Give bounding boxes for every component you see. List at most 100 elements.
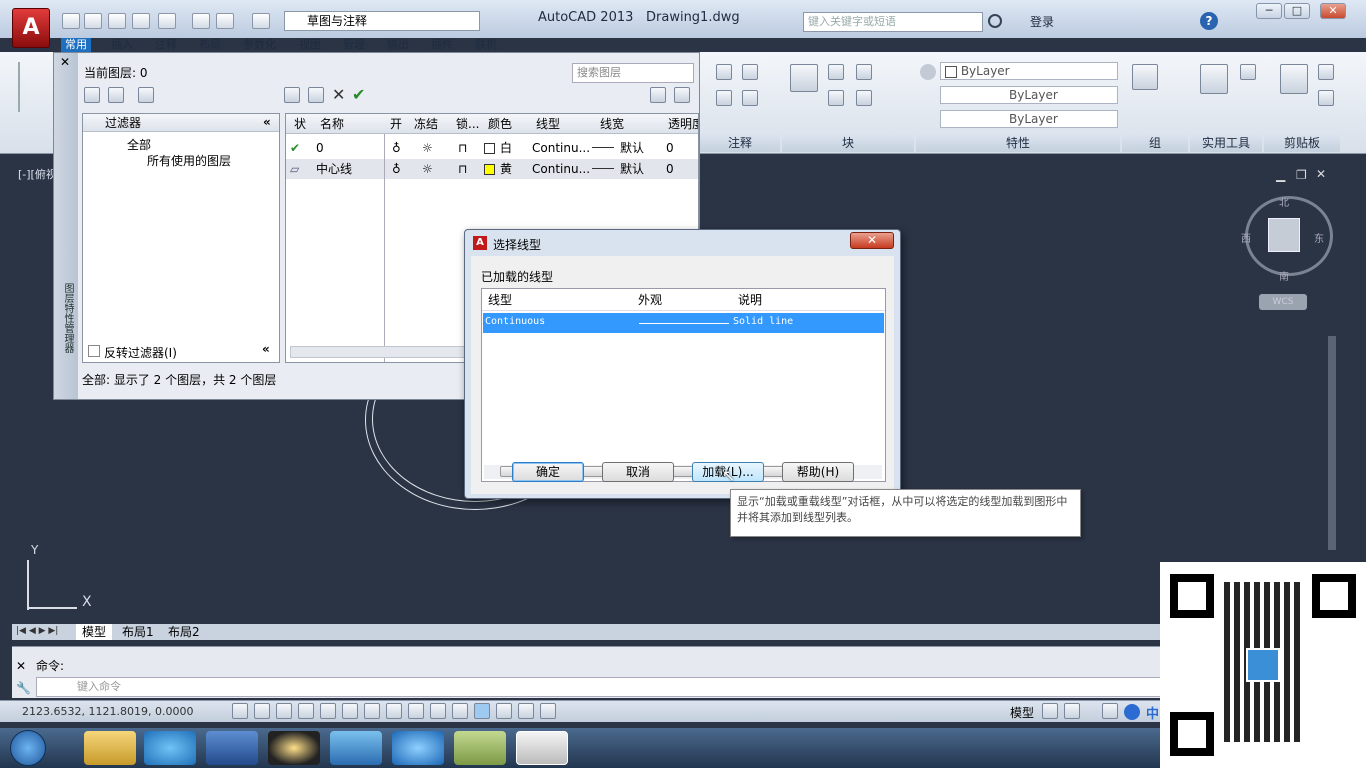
model-space-toggle[interactable]: 模型 — [1010, 704, 1034, 721]
layer-lineweight[interactable]: 默认 — [620, 138, 644, 158]
collapse-filter-icon[interactable]: « — [263, 115, 271, 129]
ortho-mode-icon[interactable] — [298, 703, 314, 719]
tab-model[interactable]: 模型 — [76, 624, 113, 640]
dynamic-ucs-icon[interactable] — [408, 703, 424, 719]
col-on[interactable]: 开 — [384, 114, 412, 134]
lineweight-icon[interactable] — [452, 703, 468, 719]
map-app-taskbar-icon[interactable] — [454, 731, 506, 765]
layer-transparency[interactable]: 0 — [666, 138, 674, 158]
viewport-minimize-icon[interactable]: ▁ — [1276, 168, 1285, 182]
tab-insert[interactable]: 插入 — [111, 38, 133, 52]
layer-states-manager-icon[interactable] — [138, 87, 154, 103]
ribbon-group-block[interactable]: 块 — [782, 134, 914, 152]
start-button[interactable] — [10, 730, 46, 766]
ribbon-group-properties[interactable]: 特性 — [916, 134, 1120, 152]
col-description[interactable]: 说明 — [732, 289, 885, 311]
create-block-icon[interactable] — [828, 64, 844, 80]
tab-manage[interactable]: 管理 — [343, 38, 365, 52]
layer-search-input[interactable]: 搜索图层 — [572, 63, 694, 83]
block-attribute-icon[interactable] — [828, 90, 844, 106]
layer-row[interactable]: ✔ 0 ♁ ☼ ⊓ 白 Continu... 默认 0 — [286, 138, 698, 158]
layer-transparency[interactable]: 0 — [666, 159, 674, 179]
refresh-icon[interactable] — [650, 87, 666, 103]
sign-in-link[interactable]: 登录 — [1030, 13, 1054, 30]
maximize-button[interactable]: □ — [1284, 3, 1310, 19]
copy-icon[interactable] — [1318, 90, 1334, 106]
tab-layout[interactable]: 布局 — [199, 38, 221, 52]
col-status[interactable]: 状 — [286, 114, 316, 134]
group-icon[interactable] — [1132, 64, 1158, 90]
ribbon-group-annotation[interactable]: 注释 — [700, 134, 780, 152]
ribbon-group-groups[interactable]: 组 — [1122, 134, 1188, 152]
new-layer-vp-frozen-icon[interactable] — [308, 87, 324, 103]
ribbon-group-clipboard[interactable]: 剪贴板 — [1264, 134, 1340, 152]
insert-block-icon[interactable] — [790, 64, 818, 92]
help-icon[interactable]: ? — [1200, 12, 1218, 30]
layer-linetype[interactable]: Continu... — [532, 138, 590, 158]
color-swatch[interactable] — [484, 143, 495, 154]
collapse-tree-icon[interactable]: « — [262, 342, 270, 356]
ribbon-group-utilities[interactable]: 实用工具 — [1190, 134, 1262, 152]
layer-linetype[interactable]: Continu... — [532, 159, 590, 179]
redo-icon[interactable] — [252, 13, 270, 29]
infer-constraints-icon[interactable] — [232, 703, 248, 719]
dimension-icon[interactable] — [742, 64, 758, 80]
tab-scroll-icon[interactable]: |◀ ◀ ▶ ▶| — [16, 626, 58, 636]
edit-block-icon[interactable] — [856, 64, 872, 80]
tab-plugins[interactable]: 插件 — [431, 38, 453, 52]
undo-icon[interactable] — [216, 13, 234, 29]
col-appearance[interactable]: 外观 — [632, 289, 732, 311]
color-dropdown[interactable]: ByLayer — [940, 62, 1118, 80]
tab-view[interactable]: 视图 — [299, 38, 321, 52]
help-button[interactable]: 帮助(H) — [782, 462, 854, 482]
print-icon[interactable] — [192, 13, 210, 29]
filter-all-used-layers[interactable]: 所有使用的图层 — [147, 152, 231, 169]
grid-display-icon[interactable] — [276, 703, 292, 719]
3d-object-snap-icon[interactable] — [364, 703, 380, 719]
cancel-button[interactable]: 取消 — [602, 462, 674, 482]
wcs-menu[interactable]: WCS — [1259, 294, 1307, 310]
navigation-bar[interactable] — [1328, 336, 1336, 550]
text-icon[interactable] — [716, 64, 732, 80]
tab-online[interactable]: 联机 — [475, 38, 497, 52]
table-icon[interactable] — [742, 90, 758, 106]
autocad-taskbar-icon[interactable] — [516, 731, 568, 765]
leader-icon[interactable] — [716, 90, 732, 106]
tab-layout1[interactable]: 布局1 — [116, 624, 160, 640]
qq-taskbar-icon[interactable] — [268, 731, 320, 765]
plot-preview-icon[interactable] — [158, 13, 176, 29]
command-close-icon[interactable]: ✕ — [16, 659, 26, 673]
quick-view-drawings-icon[interactable] — [1064, 703, 1080, 719]
col-transparency[interactable]: 透明度 — [666, 114, 698, 134]
palette-close-icon[interactable]: ✕ — [60, 55, 70, 69]
ok-button[interactable]: 确定 — [512, 462, 584, 482]
horizontal-scrollbar[interactable] — [290, 346, 470, 358]
lightbulb-on-icon[interactable]: ♁ — [392, 138, 401, 158]
selection-cycling-icon[interactable] — [518, 703, 534, 719]
col-lock[interactable]: 锁... — [454, 114, 486, 134]
viewport-restore-icon[interactable]: ❐ — [1296, 168, 1307, 182]
dynamic-input-icon[interactable] — [430, 703, 446, 719]
filter-all[interactable]: 全部 — [127, 136, 151, 153]
linetype-row[interactable]: Continuous Solid line — [483, 313, 884, 333]
dialog-close-button[interactable]: ✕ — [850, 232, 894, 249]
sun-thawed-icon[interactable]: ☼ — [422, 159, 433, 179]
unlocked-icon[interactable]: ⊓ — [458, 138, 467, 158]
coordinates-readout[interactable]: 2123.6532, 1121.8019, 0.0000 — [22, 705, 193, 718]
new-icon[interactable] — [62, 13, 80, 29]
quick-properties-icon[interactable] — [496, 703, 512, 719]
help-search-input[interactable]: 键入关键字或短语 — [803, 12, 983, 32]
open-icon[interactable] — [84, 13, 102, 29]
wrench-icon[interactable]: 🔧 — [16, 681, 31, 695]
linetype-dropdown[interactable]: ByLayer — [940, 86, 1118, 104]
quick-select-icon[interactable] — [1240, 64, 1256, 80]
tab-layout2[interactable]: 布局2 — [162, 624, 206, 640]
col-color[interactable]: 颜色 — [486, 114, 534, 134]
tab-home[interactable]: 常用 — [61, 38, 91, 52]
close-button[interactable]: ✕ — [1320, 3, 1346, 19]
col-name[interactable]: 名称 — [316, 114, 384, 134]
settings-icon[interactable] — [674, 87, 690, 103]
object-snap-tracking-icon[interactable] — [386, 703, 402, 719]
sun-thawed-icon[interactable]: ☼ — [422, 138, 433, 158]
invert-filter-checkbox[interactable] — [88, 345, 100, 357]
